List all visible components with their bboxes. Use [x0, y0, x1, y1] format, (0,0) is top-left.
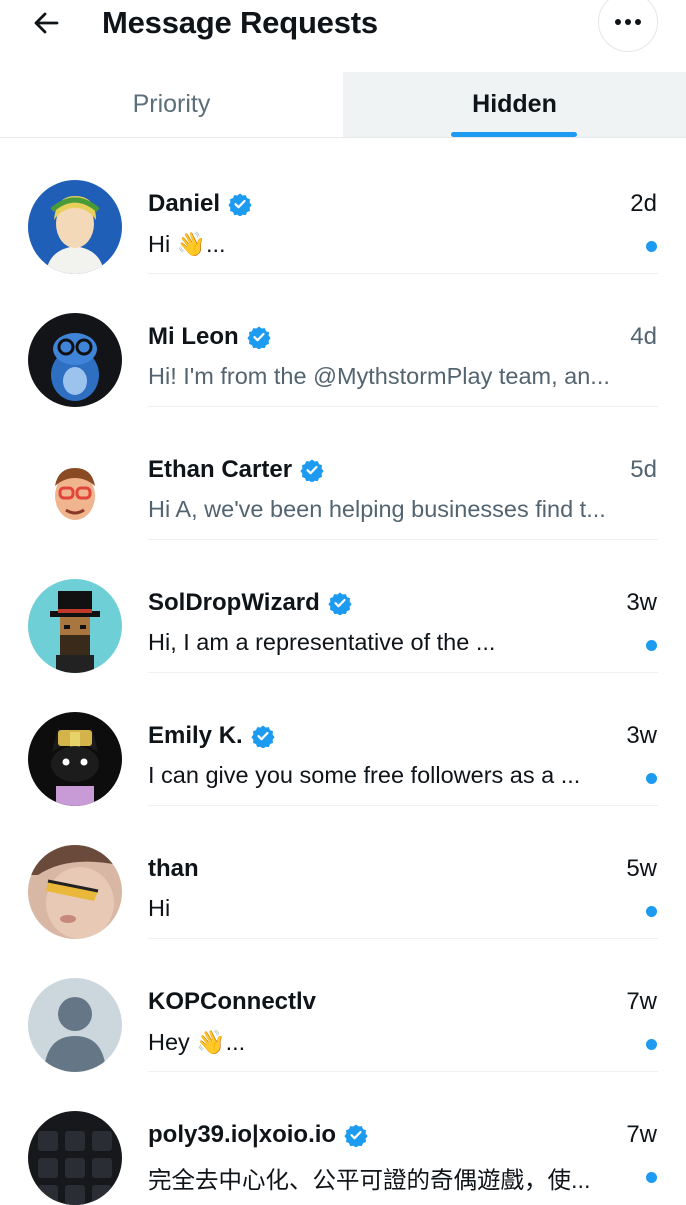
tab-label: Hidden [472, 90, 557, 118]
arrow-left-icon [34, 12, 59, 34]
message-preview: Hi! I'm from the @MythstormPlay team, an… [148, 363, 610, 389]
avatar[interactable] [28, 313, 122, 407]
more-options-button[interactable] [598, 0, 658, 52]
unread-indicator [646, 1172, 657, 1183]
conversation-row[interactable]: Ethan Carter 5d Hi A, we've been helping… [0, 406, 686, 540]
message-preview: Hi, I am a representative of the ... [148, 629, 496, 655]
verified-badge-icon [300, 459, 324, 482]
conversation-row[interactable]: than 5w Hi [0, 805, 686, 939]
message-preview: Hey 👋... [148, 1029, 246, 1055]
sender-name: Emily K. [148, 722, 243, 749]
avatar[interactable] [28, 978, 122, 1072]
active-tab-indicator [451, 132, 577, 137]
verified-badge-icon [228, 193, 252, 216]
tab-priority[interactable]: Priority [0, 72, 343, 137]
message-preview: Hi [148, 895, 171, 921]
tab-hidden[interactable]: Hidden [343, 72, 686, 137]
conversation-row[interactable]: poly39.io|xoio.io 7w 完全去中心化、公平可證的奇偶遊戲，使.… [0, 1071, 686, 1205]
message-timestamp: 3w [626, 722, 657, 749]
verified-badge-icon [251, 725, 275, 748]
avatar[interactable] [28, 180, 122, 274]
message-timestamp: 3w [626, 589, 657, 616]
tab-label: Priority [132, 90, 211, 118]
message-timestamp: 7w [626, 988, 657, 1015]
page-title: Message Requests [102, 5, 378, 40]
unread-indicator [646, 241, 657, 252]
avatar[interactable] [28, 579, 122, 673]
message-timestamp: 5d [630, 456, 657, 483]
tab-bar: Priority Hidden [0, 72, 686, 138]
message-preview: 完全去中心化、公平可證的奇偶遊戲，使... [148, 1167, 591, 1193]
conversation-row[interactable]: KOPConnectlv 7w Hey 👋... [0, 938, 686, 1072]
header-bar: Message Requests [0, 0, 686, 72]
verified-badge-icon [328, 592, 352, 615]
unread-indicator [646, 773, 657, 784]
sender-name: KOPConnectlv [148, 988, 317, 1015]
conversation-row[interactable]: SolDropWizard 3w Hi, I am a representati… [0, 539, 686, 673]
message-timestamp: 5w [626, 855, 657, 882]
sender-name: poly39.io|xoio.io [148, 1121, 337, 1148]
sender-name: SolDropWizard [148, 589, 320, 616]
message-preview: Hi A, we've been helping businesses find… [148, 496, 606, 522]
sender-name: Mi Leon [148, 323, 239, 350]
sender-name: than [148, 855, 199, 882]
avatar[interactable] [28, 712, 122, 806]
message-timestamp: 2d [630, 190, 657, 217]
back-button[interactable] [24, 4, 68, 42]
verified-badge-icon [344, 1124, 368, 1147]
message-preview: Hi 👋... [148, 231, 226, 257]
conversation-list: Daniel 2d Hi 👋... Mi Leon 4d Hi! I'm fro… [0, 140, 686, 1205]
avatar[interactable] [28, 845, 122, 939]
unread-indicator [646, 640, 657, 651]
more-horizontal-icon [615, 19, 641, 25]
avatar[interactable] [28, 446, 122, 540]
message-preview: I can give you some free followers as a … [148, 762, 581, 788]
unread-indicator [646, 1039, 657, 1050]
unread-indicator [646, 906, 657, 917]
conversation-row[interactable]: Emily K. 3w I can give you some free fol… [0, 672, 686, 806]
conversation-row[interactable]: Daniel 2d Hi 👋... [0, 140, 686, 274]
sender-name: Daniel [148, 190, 221, 217]
message-timestamp: 7w [626, 1121, 657, 1148]
verified-badge-icon [247, 326, 271, 349]
sender-name: Ethan Carter [148, 456, 293, 483]
conversation-row[interactable]: Mi Leon 4d Hi! I'm from the @MythstormPl… [0, 273, 686, 407]
avatar[interactable] [28, 1111, 122, 1205]
message-timestamp: 4d [630, 323, 657, 350]
